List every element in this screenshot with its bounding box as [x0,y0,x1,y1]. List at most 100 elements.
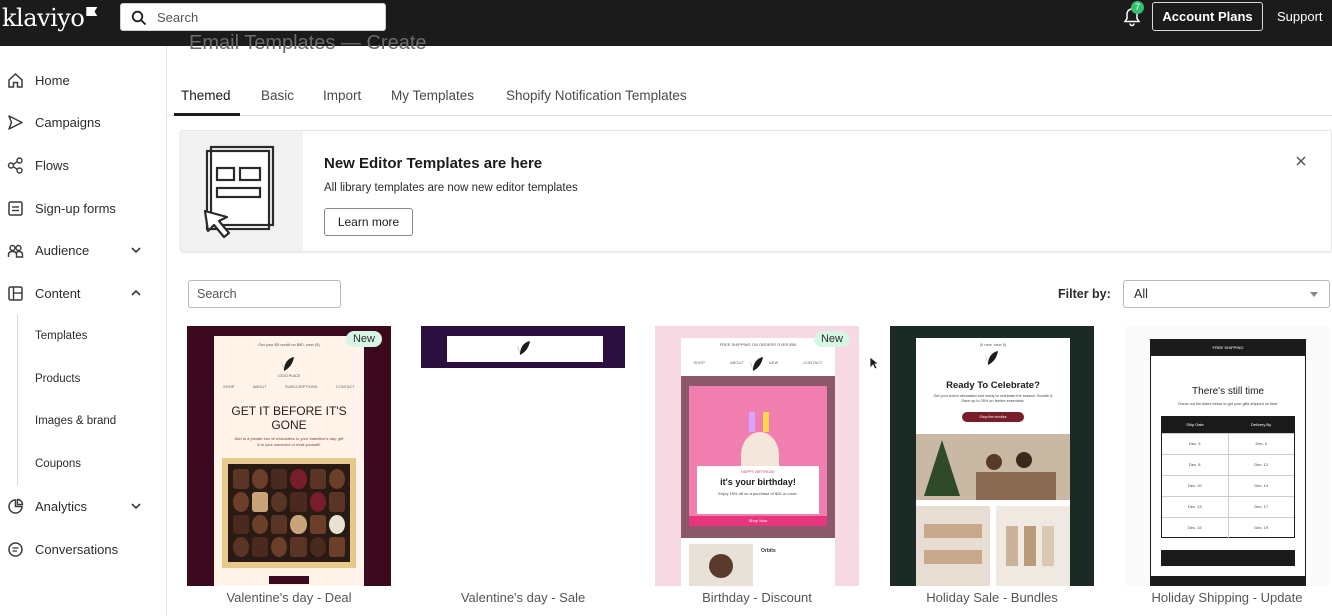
preview-cta [269,576,309,584]
person-shape [1016,452,1032,468]
template-name[interactable]: Holiday Sale - Bundles [890,590,1094,605]
template-card-valentines-sale[interactable]: Valentine's day - Sale [421,326,625,616]
leaf-logo-icon [517,341,530,355]
jar-shape [1042,526,1054,566]
tab-shopify-notification-templates[interactable]: Shopify Notification Templates [506,88,687,103]
table-cell: Dec. 13 [1162,497,1229,517]
form-icon [8,201,23,216]
klaviyo-logo[interactable]: klaviyo [2,4,98,32]
tab-themed[interactable]: Themed [181,88,231,103]
table-cell: Dec. 5 [1162,434,1229,454]
template-name[interactable]: Valentine's day - Deal [187,590,391,605]
template-thumbnail[interactable]: Get your $5 credit on $60, view (5) LOGO… [187,326,391,586]
template-thumbnail[interactable]: (5 new, view 5) Ready To Celebrate? Get … [890,326,1094,586]
candle-shape [749,412,755,432]
preview-headline: it's your birthday! [720,477,796,487]
child-face-shape [709,554,733,578]
search-icon [131,10,147,26]
chevron-up-icon[interactable] [130,287,142,299]
dropdown-caret-icon [1310,292,1318,297]
preview-nav: SHOP ABOUT SUBSCRIPTIONS CONTACT [214,384,364,394]
template-card-valentines-deal[interactable]: Get your $5 credit on $60, view (5) LOGO… [187,326,391,616]
preview-cta: Shop Now [689,516,827,526]
email-preview: (5 new, view 5) Ready To Celebrate? Get … [916,338,1070,586]
banner-illustration [181,131,303,251]
sidebar-item-label: Sign-up forms [35,201,116,216]
template-card-holiday-shipping-update[interactable]: FREE SHIPPING There's still time Check o… [1125,326,1329,616]
template-name[interactable]: Birthday - Discount [655,590,859,605]
template-thumbnail[interactable] [421,326,625,586]
leaf-logo-icon [750,357,763,371]
preview-product-name: Orbits [761,548,776,554]
sidebar-item-signup-forms[interactable]: Sign-up forms [0,192,166,226]
preview-nav-item: NEW [768,360,779,365]
home-icon [8,72,23,88]
table-row: Dec. 10 Dec. 14 [1162,475,1294,496]
chevron-down-icon[interactable] [130,244,142,256]
christmas-tree-shape [924,440,960,496]
tab-basic[interactable]: Basic [261,88,294,103]
learn-more-button[interactable]: Learn more [324,208,413,236]
jar-shape [1006,526,1018,566]
template-name[interactable]: Valentine's day - Sale [421,590,625,605]
sidebar-subitem-coupons[interactable]: Coupons [35,458,81,470]
template-card-birthday-discount[interactable]: FREE SHIPPING ON ORDERS OVER $50 SHOP AB… [655,326,859,616]
jar-shape [1024,526,1036,566]
preview-header-box [447,336,603,362]
template-tabs: Themed Basic Import My Templates Shopify… [167,82,1332,116]
sidebar-item-analytics[interactable]: Analytics [0,490,166,524]
shipping-table: Ship Date Delivery By Dec. 5 Dec. 9 Dec.… [1161,416,1295,538]
preview-top-text: FREE SHIPPING ON ORDERS OVER $50 [719,342,797,347]
preview-body: Get your home decorated and ready to cel… [933,394,1053,403]
mouse-cursor-icon [869,356,879,370]
sidebar-item-conversations[interactable]: Conversations [0,533,166,567]
sidebar-item-campaigns[interactable]: Campaigns [0,106,166,140]
filter-label: Filter by: [1058,287,1111,301]
email-preview: FREE SHIPPING ON ORDERS OVER $50 SHOP AB… [681,338,835,586]
new-editor-banner: New Editor Templates are here All librar… [180,130,1332,252]
table-cell: Dec. 15 [1162,518,1229,538]
template-name[interactable]: Holiday Shipping - Update [1125,590,1329,605]
drawer-shape [924,550,982,564]
global-search-input[interactable] [157,4,377,30]
sidebar-item-flows[interactable]: Flows [0,149,166,183]
template-search-input[interactable] [197,281,337,307]
template-thumbnail[interactable]: FREE SHIPPING ON ORDERS OVER $50 SHOP AB… [655,326,859,586]
template-card-holiday-sale-bundles[interactable]: (5 new, view 5) Ready To Celebrate? Get … [890,326,1094,616]
page-title: Email Templates — Create [189,32,427,54]
editor-template-icon [203,145,275,239]
pantry-photo [996,506,1070,586]
table-cell: Dec. 19 [1254,525,1269,530]
close-icon[interactable] [1294,154,1308,168]
sidebar-item-label: Home [35,73,70,88]
sidebar-item-content[interactable]: Content [0,277,166,311]
banner-title: New Editor Templates are here [324,155,543,172]
global-search[interactable] [120,3,386,31]
email-preview: FREE SHIPPING There's still time Check o… [1150,339,1306,586]
sidebar-subitem-images-brand[interactable]: Images & brand [35,415,116,427]
table-cell: Dec. 10 [1162,476,1229,496]
template-thumbnail[interactable]: FREE SHIPPING There's still time Check o… [1125,326,1329,586]
chevron-down-icon[interactable] [130,500,142,512]
new-badge: New [345,331,382,347]
filter-select[interactable]: All [1123,280,1330,308]
sidebar-item-label: Content [35,286,81,301]
preview-top-text: Get your $5 credit on $60, view (5) [258,342,320,347]
sidebar-subitem-products[interactable]: Products [35,373,80,385]
logo-text[interactable]: klaviyo [2,4,85,32]
tab-my-templates[interactable]: My Templates [391,88,474,103]
new-badge: New [813,331,850,347]
preview-body: Add to a private box of chocolates to yo… [234,436,344,447]
sidebar-item-home[interactable]: Home [0,64,166,98]
support-link[interactable]: Support [1277,9,1323,24]
preview-body: Check out the dates below to get your gi… [1177,402,1279,406]
sidebar-subitem-templates[interactable]: Templates [35,330,87,342]
shipping-table-head: Ship Date Delivery By [1162,417,1294,433]
sidebar-item-audience[interactable]: Audience [0,234,166,268]
preview-nav-item: ABOUT [730,360,744,365]
table-row: Dec. 13 Dec. 17 [1162,496,1294,517]
tab-import[interactable]: Import [323,88,361,103]
preview-nav-item: SHOP [693,360,705,365]
template-search[interactable] [188,280,341,308]
account-plans-button[interactable]: Account Plans [1152,2,1263,31]
